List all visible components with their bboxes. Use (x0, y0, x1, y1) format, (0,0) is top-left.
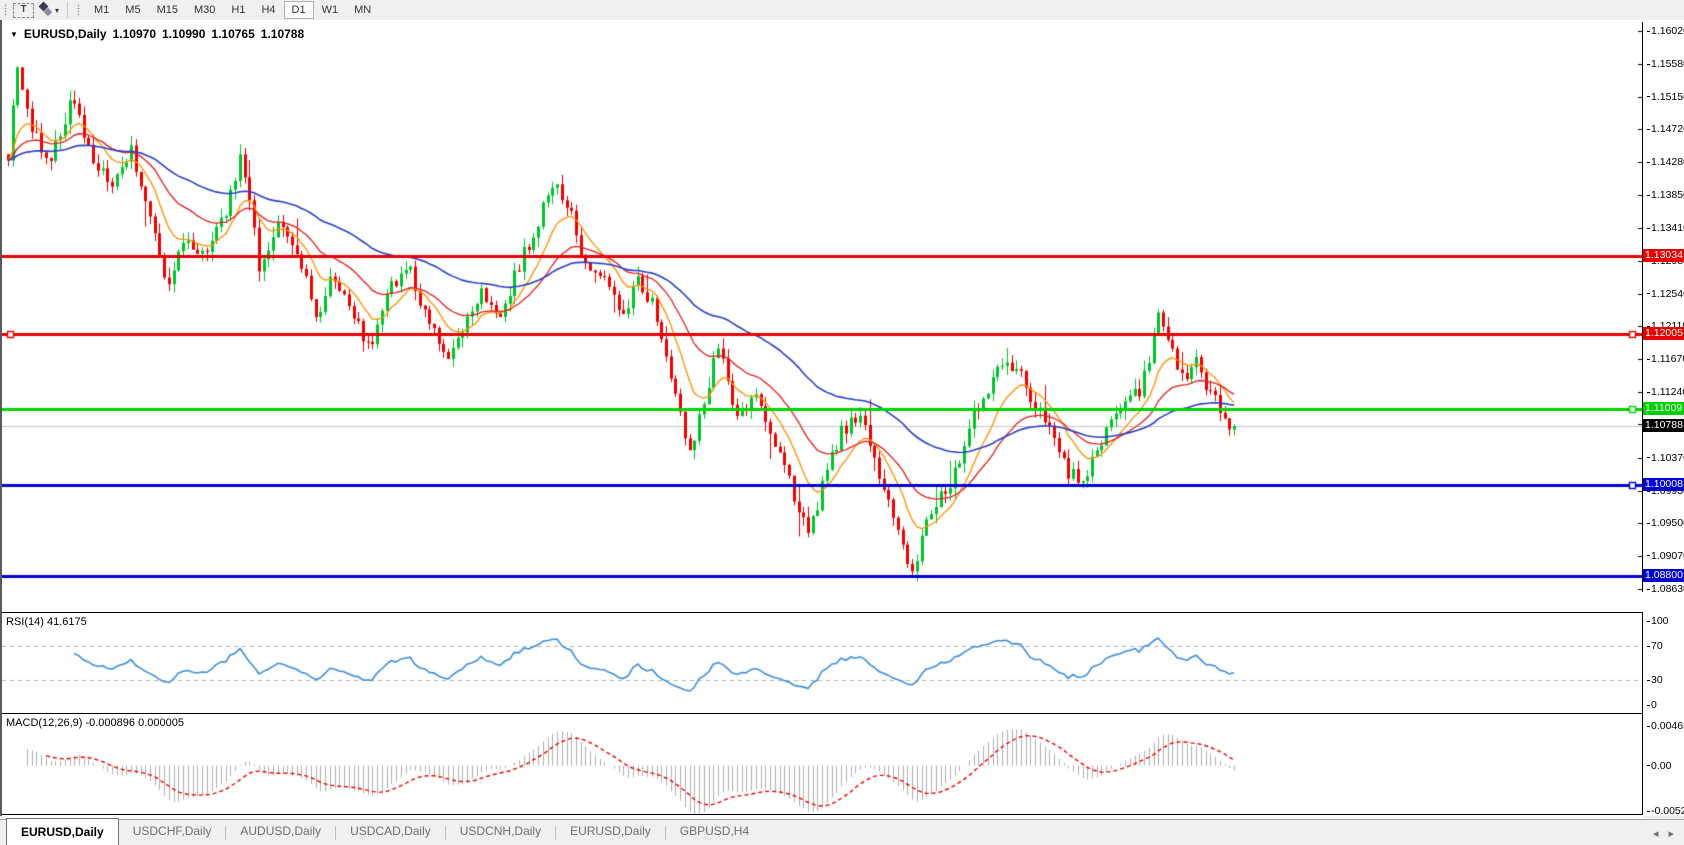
macd-indicator-label: MACD(12,26,9) -0.000896 0.000005 (6, 717, 184, 729)
macd-tick-label: 0.00463 (1647, 720, 1684, 732)
tab-scroll-buttons: ◂ ▸ (1653, 820, 1684, 845)
candlestick-chart[interactable] (2, 22, 1642, 592)
chart-window: ▼ EURUSD,Daily 1.10970 1.10990 1.10765 1… (0, 20, 1684, 816)
price-tick-label: 1.11670 (1647, 353, 1684, 365)
macd-tick-label: 0.00 (1647, 760, 1671, 772)
rsi-indicator-label: RSI(14) 41.6175 (6, 616, 87, 628)
price-tick-label: 1.11240 (1647, 386, 1684, 398)
chart-menu-arrow-icon[interactable]: ▼ (10, 30, 18, 39)
toolbar-drag-handle[interactable] (3, 3, 8, 17)
timeframe-m30-button[interactable]: M30 (186, 1, 223, 19)
hline-price-chip: 1.08800 (1643, 569, 1684, 582)
price-tick-label: 1.13850 (1647, 189, 1684, 201)
timeframe-m1-button[interactable]: M1 (86, 1, 117, 19)
chart-tab-gbpusd-h4[interactable]: GBPUSD,H4 (666, 820, 763, 845)
price-tick-label: 1.12540 (1647, 288, 1684, 300)
macd-chart[interactable] (2, 714, 1642, 814)
hline-price-chip: 1.12005 (1643, 327, 1684, 340)
hline-price-chip: 1.10008 (1643, 478, 1684, 491)
quote-high: 1.10990 (162, 27, 205, 41)
timeframe-w1-button[interactable]: W1 (314, 1, 347, 19)
hline-price-chip: 1.11009 (1643, 402, 1684, 415)
rsi-tick-label: 70 (1647, 640, 1663, 652)
arrow-styles-icon (39, 3, 53, 17)
tab-scroll-right-icon[interactable]: ▸ (1668, 827, 1674, 840)
timeframe-m5-button[interactable]: M5 (117, 1, 148, 19)
rsi-tick-label: 30 (1647, 674, 1663, 686)
price-tick-label: 1.15150 (1647, 91, 1684, 103)
toolbar: T ▾ M1M5M15M30H1H4D1W1MN (0, 0, 1684, 21)
macd-pane[interactable]: MACD(12,26,9) -0.000896 0.000005 (2, 713, 1643, 814)
price-tick-label: 1.15580 (1647, 58, 1684, 70)
trading-platform-window: T ▾ M1M5M15M30H1H4D1W1MN ▼ EURUSD,Daily … (0, 0, 1684, 845)
chart-tab-bar: EURUSD,DailyUSDCHF,DailyAUDUSD,DailyUSDC… (0, 819, 1684, 845)
rsi-tick-label: 0 (1647, 699, 1657, 711)
toolbar-separator (67, 2, 68, 18)
macd-tick-label: -0.005299 (1647, 805, 1684, 817)
chart-tab-audusd-daily[interactable]: AUDUSD,Daily (226, 820, 335, 845)
rsi-chart[interactable] (2, 613, 1642, 713)
chart-tab-usdchf-daily[interactable]: USDCHF,Daily (119, 820, 226, 845)
price-tick-label: 1.13410 (1647, 222, 1684, 234)
chart-tab-usdcnh-daily[interactable]: USDCNH,Daily (446, 820, 555, 845)
price-tick-label: 1.08630 (1647, 583, 1684, 595)
price-tick-label: 1.16020 (1647, 25, 1684, 37)
price-tick-label: 1.14720 (1647, 123, 1684, 135)
timeframe-h1-button[interactable]: H1 (223, 1, 253, 19)
rsi-pane[interactable]: RSI(14) 41.6175 (2, 612, 1643, 713)
chart-tab-usdcad-daily[interactable]: USDCAD,Daily (336, 820, 445, 845)
arrow-styles-button[interactable]: ▾ (36, 2, 62, 18)
price-tick-label: 1.14280 (1647, 156, 1684, 168)
chevron-down-icon: ▾ (55, 6, 59, 15)
chart-symbol-period: EURUSD,Daily (24, 27, 107, 41)
quote-open: 1.10970 (113, 27, 156, 41)
timeframe-m15-button[interactable]: M15 (149, 1, 186, 19)
quote-low: 1.10765 (211, 27, 254, 41)
chart-tab-eurusd-daily[interactable]: EURUSD,Daily (6, 818, 119, 845)
tab-scroll-left-icon[interactable]: ◂ (1653, 827, 1659, 840)
price-tick-label: 1.10370 (1647, 452, 1684, 464)
timeframe-h4-button[interactable]: H4 (253, 1, 283, 19)
rsi-tick-label: 100 (1647, 615, 1669, 627)
timeframe-mn-button[interactable]: MN (346, 1, 379, 19)
chart-tabs: EURUSD,DailyUSDCHF,DailyAUDUSD,DailyUSDC… (0, 820, 763, 845)
chart-title: ▼ EURUSD,Daily 1.10970 1.10990 1.10765 1… (10, 27, 304, 41)
price-tick-label: 1.09500 (1647, 517, 1684, 529)
timeframe-buttons: M1M5M15M30H1H4D1W1MN (86, 1, 379, 19)
price-pane[interactable]: ▼ EURUSD,Daily 1.10970 1.10990 1.10765 1… (2, 22, 1643, 592)
text-label-tool-button[interactable]: T (13, 3, 34, 18)
chart-tab-eurusd-daily[interactable]: EURUSD,Daily (556, 820, 665, 845)
timeframes-drag-handle[interactable] (76, 3, 81, 17)
current-price-chip: 1.10788 (1643, 419, 1684, 432)
quote-close: 1.10788 (261, 27, 304, 41)
price-tick-label: 1.09070 (1647, 550, 1684, 562)
timeframe-d1-button[interactable]: D1 (284, 1, 314, 19)
hline-price-chip: 1.13034 (1643, 249, 1684, 262)
